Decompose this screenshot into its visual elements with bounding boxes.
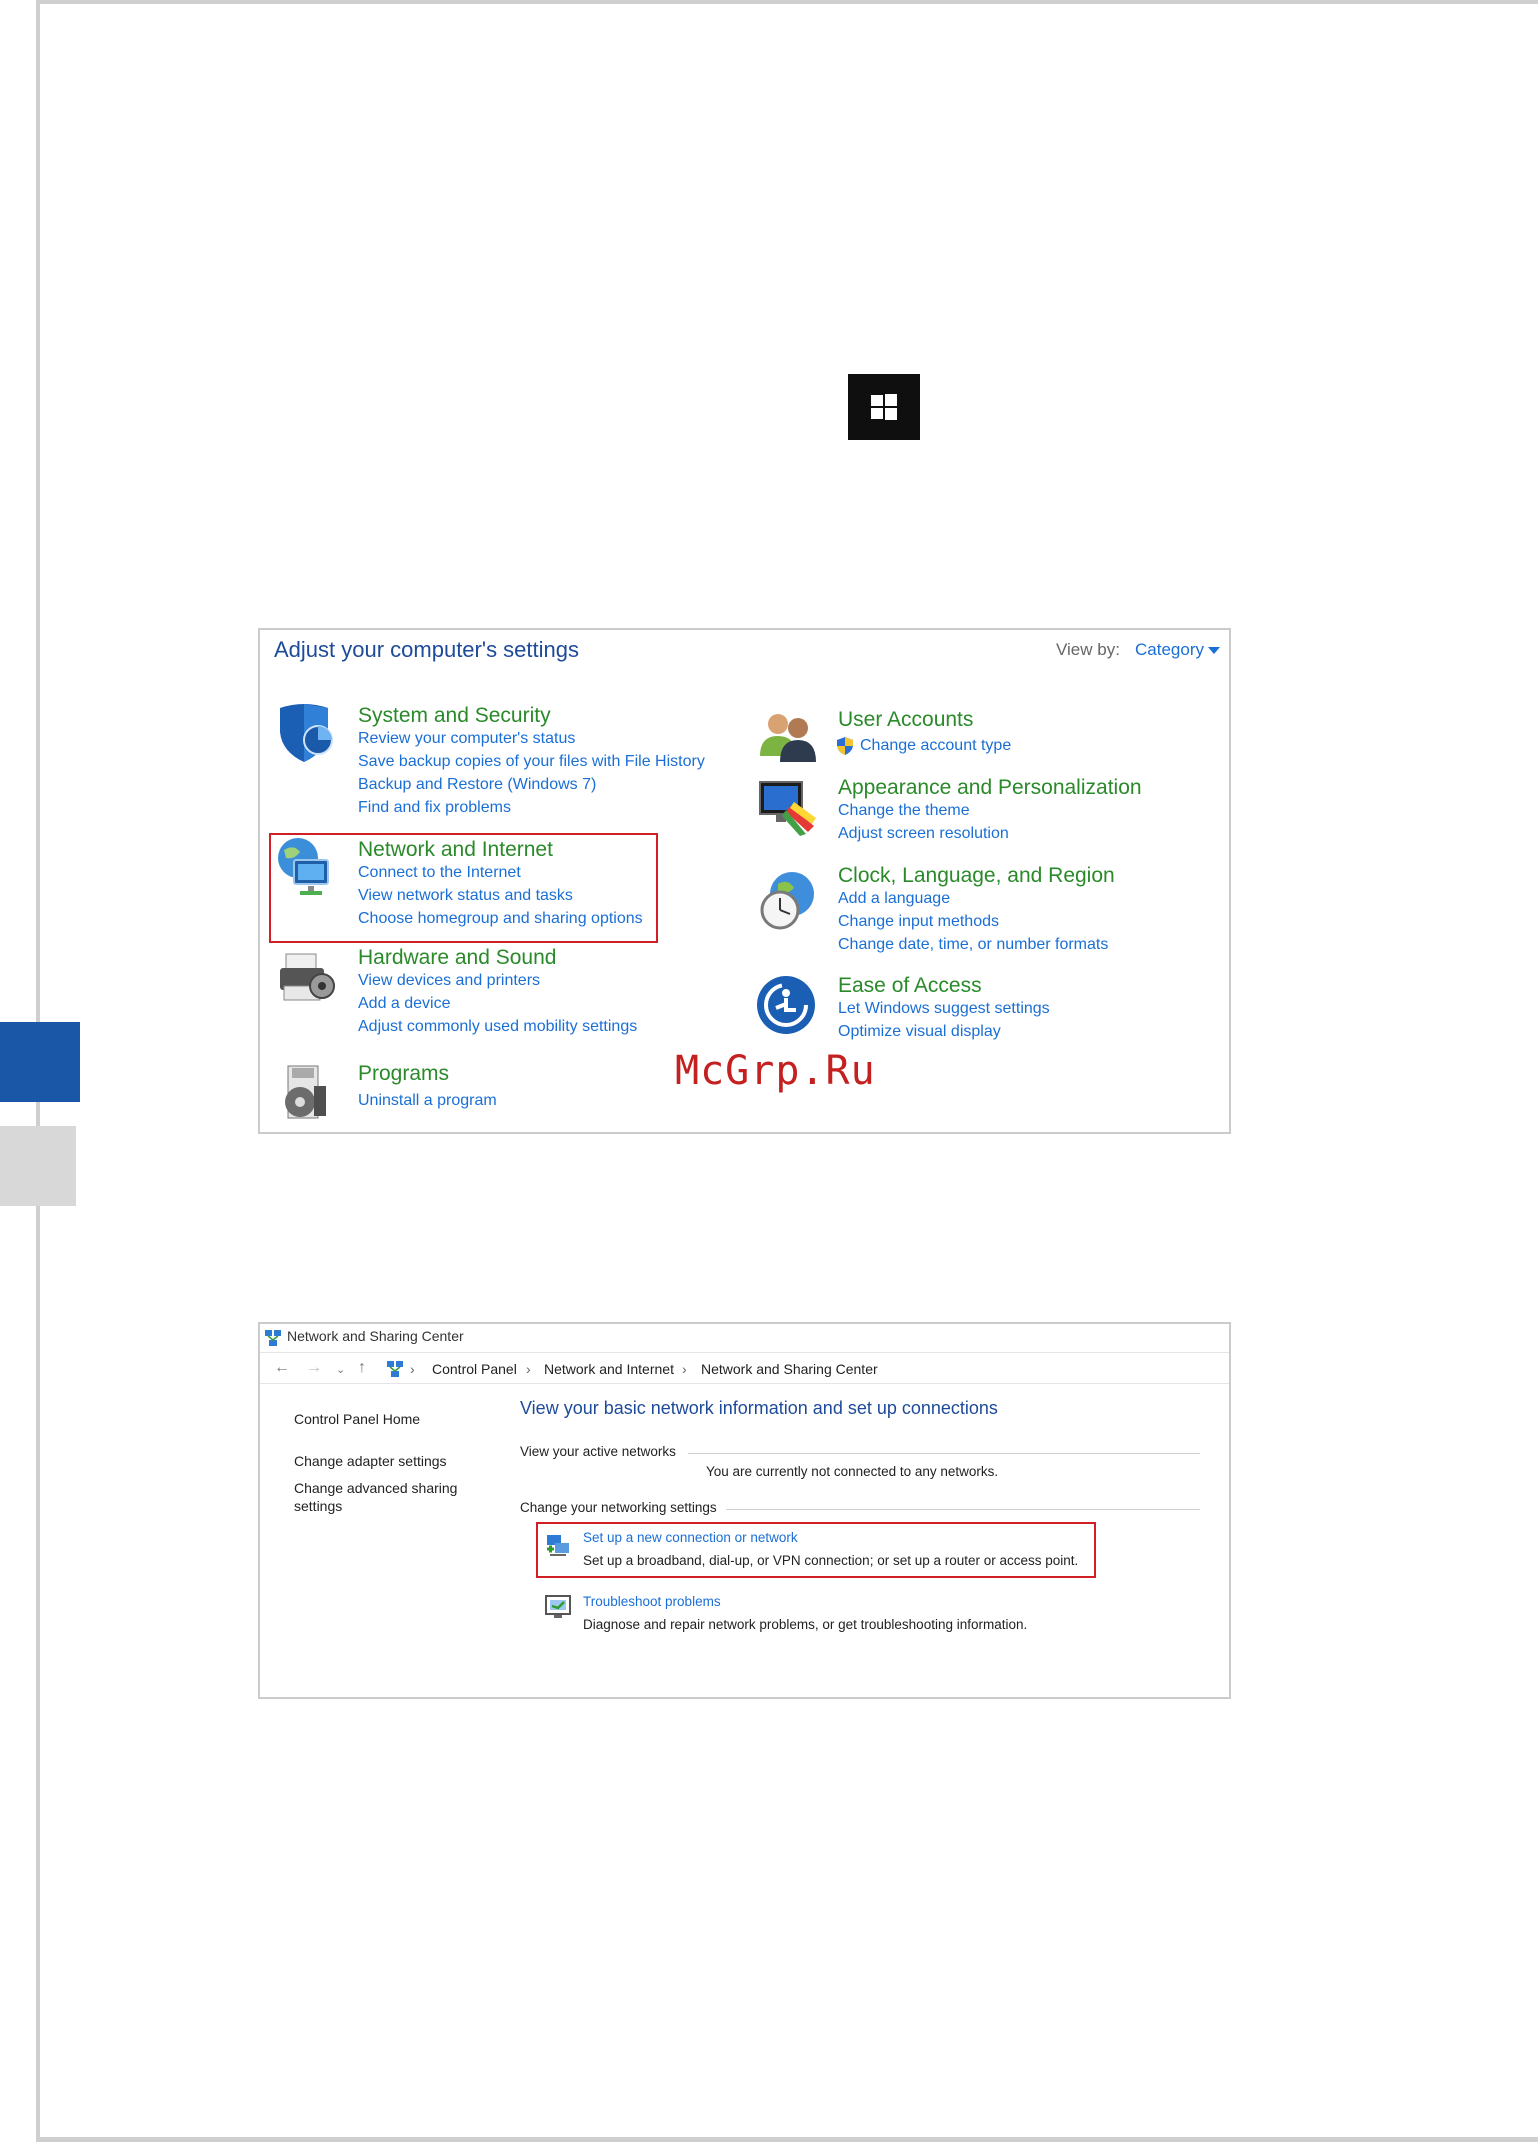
category-link[interactable]: View devices and printers bbox=[358, 972, 540, 990]
category-link[interactable]: Choose homegroup and sharing options bbox=[358, 910, 643, 928]
page-border-top bbox=[36, 0, 1538, 4]
category-link[interactable]: View network status and tasks bbox=[358, 887, 573, 905]
category-heading[interactable]: User Accounts bbox=[838, 708, 973, 732]
page-title: Adjust your computer's settings bbox=[274, 637, 580, 662]
window-titlebar: Network and Sharing Center bbox=[260, 1324, 1229, 1352]
category-programs: Programs Uninstall a program bbox=[274, 1062, 574, 1126]
category-link[interactable]: Let Windows suggest settings bbox=[838, 1000, 1050, 1018]
clock-globe-icon bbox=[756, 870, 818, 932]
category-heading[interactable]: Network and Internet bbox=[358, 838, 553, 862]
network-center-icon bbox=[265, 1330, 281, 1346]
category-link[interactable]: Review your computer's status bbox=[358, 730, 575, 748]
chevron-down-icon[interactable] bbox=[1208, 647, 1220, 654]
windows-key-icon bbox=[848, 374, 920, 440]
address-bar: ← → ⌄ ↑ › Control Panel › Network and In… bbox=[260, 1352, 1229, 1384]
recent-dropdown-icon[interactable]: ⌄ bbox=[336, 1363, 345, 1376]
category-heading[interactable]: System and Security bbox=[358, 704, 551, 728]
up-arrow-icon[interactable]: ↑ bbox=[358, 1359, 366, 1377]
active-networks-label: View your active networks bbox=[520, 1444, 676, 1459]
programs-disc-icon bbox=[274, 1062, 336, 1124]
category-network-internet: Network and Internet Connect to the Inte… bbox=[274, 836, 654, 940]
page-border-bottom bbox=[36, 2137, 1538, 2142]
category-link[interactable]: Backup and Restore (Windows 7) bbox=[358, 776, 596, 794]
change-settings-label: Change your networking settings bbox=[520, 1500, 717, 1515]
category-link[interactable]: Change date, time, or number formats bbox=[838, 936, 1108, 954]
network-sharing-screenshot: Network and Sharing Center ← → ⌄ ↑ › Con… bbox=[258, 1322, 1231, 1699]
breadcrumb-item[interactable]: Control Panel bbox=[432, 1361, 517, 1377]
forward-arrow-icon[interactable]: → bbox=[306, 1359, 322, 1377]
category-appearance: Appearance and Personalization Change th… bbox=[756, 776, 1226, 856]
window-title: Network and Sharing Center bbox=[287, 1328, 464, 1344]
uac-shield-icon bbox=[837, 737, 853, 755]
category-link[interactable]: Change the theme bbox=[838, 802, 970, 820]
printer-icon bbox=[274, 946, 336, 1008]
category-hardware-sound: Hardware and Sound View devices and prin… bbox=[274, 946, 754, 1046]
category-heading[interactable]: Ease of Access bbox=[838, 974, 982, 998]
category-system-security: System and Security Review your computer… bbox=[274, 702, 754, 822]
shield-icon bbox=[274, 702, 336, 764]
category-link[interactable]: Adjust commonly used mobility settings bbox=[358, 1018, 637, 1036]
category-link[interactable]: Change account type bbox=[860, 737, 1011, 755]
category-heading[interactable]: Hardware and Sound bbox=[358, 946, 556, 970]
sidebar-item-advanced-sharing[interactable]: Change advanced sharing settings bbox=[294, 1479, 464, 1515]
divider bbox=[688, 1453, 1200, 1454]
view-by-dropdown[interactable]: Category bbox=[1135, 640, 1204, 660]
category-heading[interactable]: Clock, Language, and Region bbox=[838, 864, 1115, 888]
sidebar-item-adapter-settings[interactable]: Change adapter settings bbox=[294, 1452, 447, 1470]
category-link[interactable]: Connect to the Internet bbox=[358, 864, 521, 882]
network-globe-icon bbox=[274, 836, 336, 898]
sidebar-item-control-panel-home[interactable]: Control Panel Home bbox=[294, 1410, 420, 1428]
breadcrumb-item[interactable]: Network and Internet bbox=[544, 1361, 674, 1377]
breadcrumb-separator: › bbox=[526, 1361, 531, 1377]
new-connection-icon bbox=[547, 1535, 569, 1556]
breadcrumb-separator: › bbox=[410, 1361, 415, 1377]
category-link[interactable]: Save backup copies of your files with Fi… bbox=[358, 753, 705, 771]
divider bbox=[726, 1509, 1200, 1510]
setup-connection-link[interactable]: Set up a new connection or network bbox=[583, 1530, 798, 1545]
manual-page: Adjust your computer's settings View by:… bbox=[0, 0, 1538, 2142]
breadcrumb-separator: › bbox=[682, 1361, 687, 1377]
troubleshoot-description: Diagnose and repair network problems, or… bbox=[583, 1617, 1028, 1632]
main-title: View your basic network information and … bbox=[520, 1398, 998, 1418]
ease-of-access-icon bbox=[756, 974, 818, 1036]
troubleshoot-icon bbox=[545, 1595, 571, 1618]
category-link[interactable]: Find and fix problems bbox=[358, 799, 511, 817]
category-link[interactable]: Optimize visual display bbox=[838, 1023, 1001, 1041]
setup-connection-description: Set up a broadband, dial-up, or VPN conn… bbox=[583, 1553, 1079, 1568]
troubleshoot-link[interactable]: Troubleshoot problems bbox=[583, 1594, 721, 1609]
category-link[interactable]: Add a language bbox=[838, 890, 950, 908]
back-arrow-icon[interactable]: ← bbox=[274, 1359, 290, 1377]
monitor-palette-icon bbox=[756, 776, 818, 838]
chapter-tab bbox=[0, 1126, 76, 1206]
category-heading[interactable]: Programs bbox=[358, 1062, 449, 1086]
category-user-accounts: User Accounts Change account type bbox=[756, 706, 1216, 770]
network-center-icon bbox=[387, 1361, 403, 1377]
category-link[interactable]: Add a device bbox=[358, 995, 451, 1013]
chapter-tab-active bbox=[0, 1022, 80, 1102]
category-link[interactable]: Adjust screen resolution bbox=[838, 825, 1009, 843]
category-clock-language: Clock, Language, and Region Add a langua… bbox=[756, 864, 1226, 964]
breadcrumb-item[interactable]: Network and Sharing Center bbox=[701, 1361, 878, 1377]
category-heading[interactable]: Appearance and Personalization bbox=[838, 776, 1142, 800]
connection-status: You are currently not connected to any n… bbox=[706, 1464, 999, 1479]
category-link[interactable]: Change input methods bbox=[838, 913, 999, 931]
category-ease-of-access: Ease of Access Let Windows suggest setti… bbox=[756, 974, 1226, 1050]
category-link[interactable]: Uninstall a program bbox=[358, 1092, 497, 1110]
users-icon bbox=[756, 706, 818, 768]
watermark: McGrp.Ru bbox=[675, 1048, 876, 1094]
view-by-label: View by: bbox=[1056, 640, 1120, 659]
